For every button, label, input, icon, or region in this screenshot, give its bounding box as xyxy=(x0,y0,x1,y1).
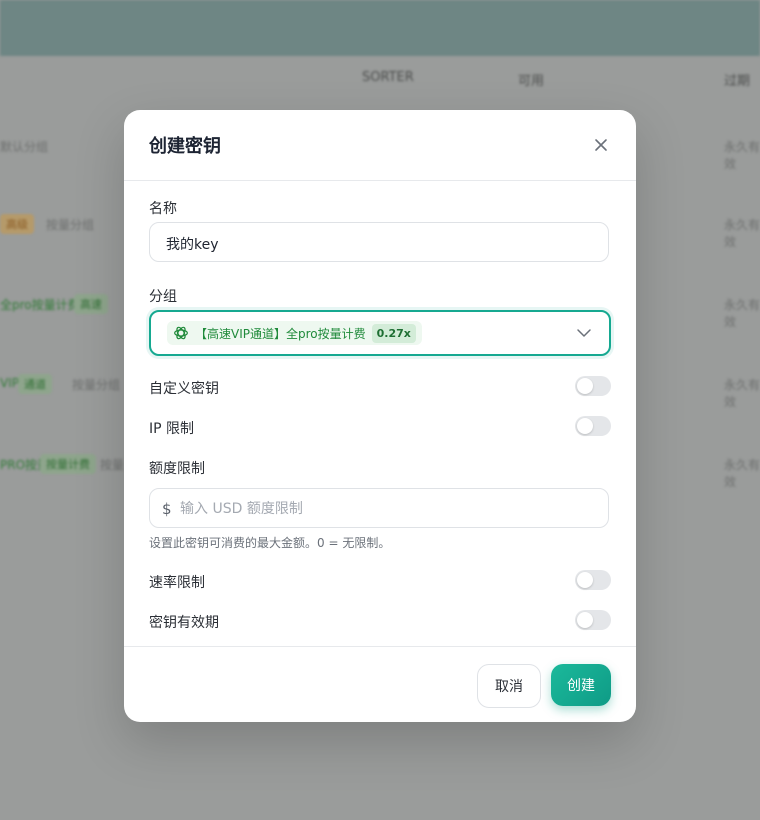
expiry-label: 密钥有效期 xyxy=(149,615,219,631)
toggle-knob xyxy=(577,418,593,434)
toggle-knob xyxy=(577,612,593,628)
custom-key-row: 自定义密钥 xyxy=(149,376,611,398)
rate-limit-label: 速率限制 xyxy=(149,575,205,591)
toggle-knob xyxy=(577,378,593,394)
quota-hint: 设置此密钥可消费的最大金额。0 = 无限制。 xyxy=(149,536,391,550)
background-column-header: 过期 xyxy=(724,74,751,89)
background-column-header: SORTER xyxy=(362,70,414,85)
group-multiplier-badge: 0.27x xyxy=(371,323,416,343)
close-button[interactable] xyxy=(590,134,612,156)
dollar-sign: $ xyxy=(162,500,172,518)
group-selected-text: 【高速VIP通道】全pro按量计费 xyxy=(195,326,366,341)
create-key-dialog: 创建密钥 名称 我的key 分组 【高速VIP通道】全pro按量计费 0.27x xyxy=(124,110,636,722)
rate-limit-toggle[interactable] xyxy=(575,570,611,590)
ip-limit-toggle[interactable] xyxy=(575,416,611,436)
dialog-footer: 取消 创建 xyxy=(124,646,636,723)
name-label: 名称 xyxy=(149,201,177,217)
group-selected-chip: 【高速VIP通道】全pro按量计费 0.27x xyxy=(167,321,422,345)
quota-label: 额度限制 xyxy=(149,461,205,477)
expiry-toggle[interactable] xyxy=(575,610,611,630)
close-icon xyxy=(595,139,607,151)
expiry-row: 密钥有效期 xyxy=(149,610,611,632)
group-select[interactable]: 【高速VIP通道】全pro按量计费 0.27x xyxy=(149,310,611,356)
background-column-header: 可用 xyxy=(518,74,545,89)
dialog-header: 创建密钥 xyxy=(124,110,636,181)
ip-limit-row: IP 限制 xyxy=(149,416,611,438)
dialog-title: 创建密钥 xyxy=(149,136,221,157)
chevron-down-icon xyxy=(577,329,591,337)
custom-key-label: 自定义密钥 xyxy=(149,381,219,397)
rate-limit-row: 速率限制 xyxy=(149,570,611,592)
custom-key-toggle[interactable] xyxy=(575,376,611,396)
quota-input-wrapper: $ xyxy=(149,488,609,528)
ip-limit-label: IP 限制 xyxy=(149,421,195,437)
create-button[interactable]: 创建 xyxy=(551,664,611,706)
cancel-button[interactable]: 取消 xyxy=(477,664,541,708)
name-input[interactable]: 我的key xyxy=(149,222,609,262)
group-label: 分组 xyxy=(149,289,177,305)
quota-input[interactable] xyxy=(178,497,582,521)
toggle-knob xyxy=(577,572,593,588)
background-topbar xyxy=(0,0,760,56)
name-input-value: 我的key xyxy=(166,237,219,253)
openai-icon xyxy=(174,326,188,340)
